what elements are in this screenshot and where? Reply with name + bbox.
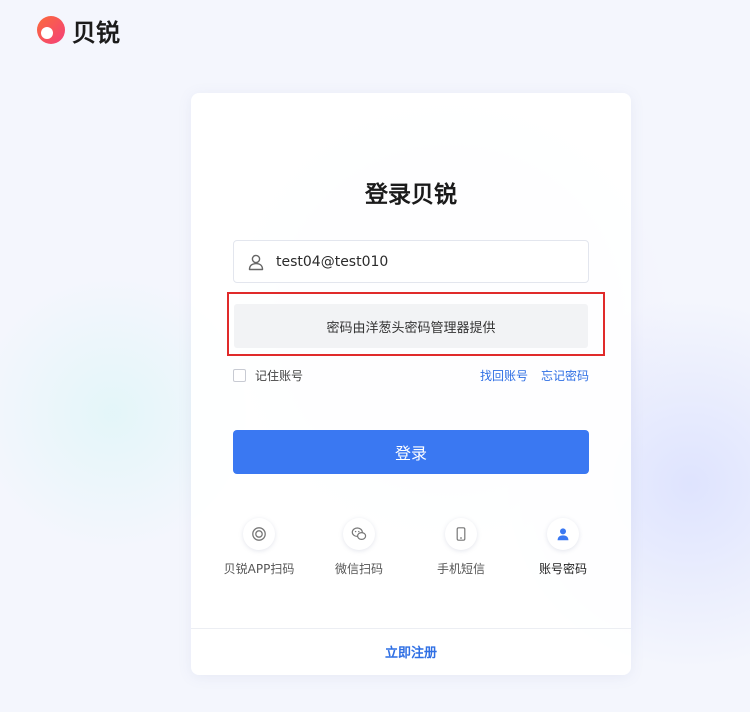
method-sms[interactable]: 手机短信: [413, 518, 509, 577]
login-card: 登录贝锐 密码由洋葱头密码管理器提供 记住账号 找回账号 忘记密码 登录 贝锐A…: [191, 93, 631, 675]
method-account-password[interactable]: 账号密码: [515, 518, 611, 577]
method-label: 手机短信: [436, 562, 485, 576]
app-scan-icon: [252, 527, 266, 541]
account-links: 找回账号 忘记密码: [480, 366, 589, 384]
account-user-icon: [557, 528, 569, 541]
username-field[interactable]: [233, 240, 589, 283]
find-account-link[interactable]: 找回账号: [480, 367, 528, 384]
password-field[interactable]: 密码由洋葱头密码管理器提供: [234, 304, 588, 348]
remember-account[interactable]: 记住账号: [233, 366, 303, 384]
login-methods: 贝锐APP扫码 微信扫码 手机短信 账号密码: [191, 518, 631, 588]
username-input[interactable]: [276, 253, 566, 270]
forgot-password-link[interactable]: 忘记密码: [541, 367, 589, 384]
user-icon: [248, 254, 264, 270]
method-app-scan[interactable]: 贝锐APP扫码: [211, 518, 307, 577]
page-title: 登录贝锐: [365, 182, 457, 208]
method-wechat-scan[interactable]: 微信扫码: [311, 518, 407, 577]
brand-logo[interactable]: 贝锐: [36, 13, 120, 47]
phone-icon: [456, 527, 466, 541]
remember-label: 记住账号: [255, 368, 304, 383]
method-label: 账号密码: [538, 562, 587, 576]
register-link[interactable]: 立即注册: [191, 642, 631, 661]
password-manager-notice: 密码由洋葱头密码管理器提供: [326, 320, 496, 336]
wechat-icon: [351, 527, 367, 541]
method-label: 微信扫码: [334, 562, 383, 576]
beirui-logo-icon: [37, 16, 65, 44]
remember-checkbox[interactable]: [233, 368, 246, 382]
card-divider: [191, 628, 631, 629]
login-button[interactable]: 登录: [233, 430, 589, 474]
method-label: 贝锐APP扫码: [223, 562, 295, 576]
brand-name: 贝锐: [72, 18, 120, 47]
